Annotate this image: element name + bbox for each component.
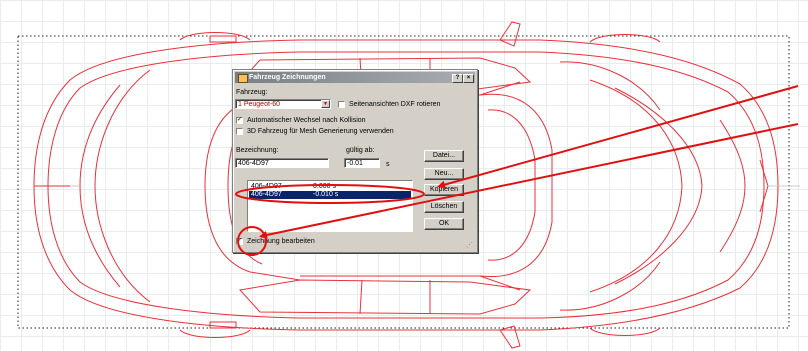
file-button[interactable]: Datei... — [424, 150, 464, 162]
help-button[interactable]: ? — [452, 74, 463, 83]
vehicle-label: Fahrzeug: — [236, 89, 268, 96]
mesh-checkbox[interactable] — [236, 128, 243, 135]
designation-input[interactable]: 406-4D97 — [235, 158, 329, 168]
valid-from-input[interactable]: -0.01 — [344, 158, 380, 168]
list-item-name: 406-4D97 — [251, 191, 282, 198]
close-button[interactable]: × — [463, 74, 474, 83]
list-item-time: 0.000 s — [313, 183, 336, 190]
list-item-name: 406-4D97 — [251, 183, 282, 190]
vehicle-select[interactable]: 1 Peugeot-60 ▼ — [235, 99, 331, 109]
app-icon — [238, 74, 248, 83]
mesh-label: 3D Fahrzeug für Mesh Generierung verwend… — [247, 128, 394, 135]
valid-from-label: gültig ab: — [346, 147, 375, 154]
auto-change-label: Automatischer Wechsel nach Kollision — [247, 117, 366, 124]
delete-button[interactable]: Löschen — [424, 201, 464, 213]
unit-label: s — [386, 161, 390, 168]
edit-drawing-label: Zeichnung bearbeiten — [247, 238, 315, 245]
drawing-list[interactable]: 406-4D97 0.000 s 406-4D97 -0.010 s — [247, 180, 413, 232]
list-item[interactable]: 406-4D97 0.000 s — [249, 183, 411, 191]
edit-drawing-checkbox[interactable]: ✓ — [236, 238, 243, 245]
designation-label: Bezeichnung: — [236, 147, 279, 154]
vehicle-select-value: 1 Peugeot-60 — [238, 101, 281, 108]
dialog-titlebar[interactable]: Fahrzeug Zeichnungen ? × — [235, 72, 475, 83]
rotate-dxf-checkbox[interactable] — [338, 101, 345, 108]
dialog-title: Fahrzeug Zeichnungen — [249, 74, 326, 81]
resize-grip-icon[interactable]: ⋰ — [466, 242, 473, 250]
auto-change-checkbox[interactable]: ✓ — [236, 117, 243, 124]
copy-button[interactable]: Kopieren — [424, 184, 464, 196]
rotate-dxf-label: Seitenansichten DXF rotieren — [349, 101, 441, 108]
list-item-time: -0.010 s — [313, 191, 339, 198]
drawing-canvas[interactable]: Fahrzeug Zeichnungen ? × Fahrzeug: 1 Peu… — [0, 0, 808, 351]
chevron-down-icon[interactable]: ▼ — [321, 100, 330, 108]
list-item-selected[interactable]: 406-4D97 -0.010 s — [249, 191, 411, 199]
new-button[interactable]: Neu... — [424, 168, 464, 180]
ok-button[interactable]: OK — [424, 218, 464, 230]
